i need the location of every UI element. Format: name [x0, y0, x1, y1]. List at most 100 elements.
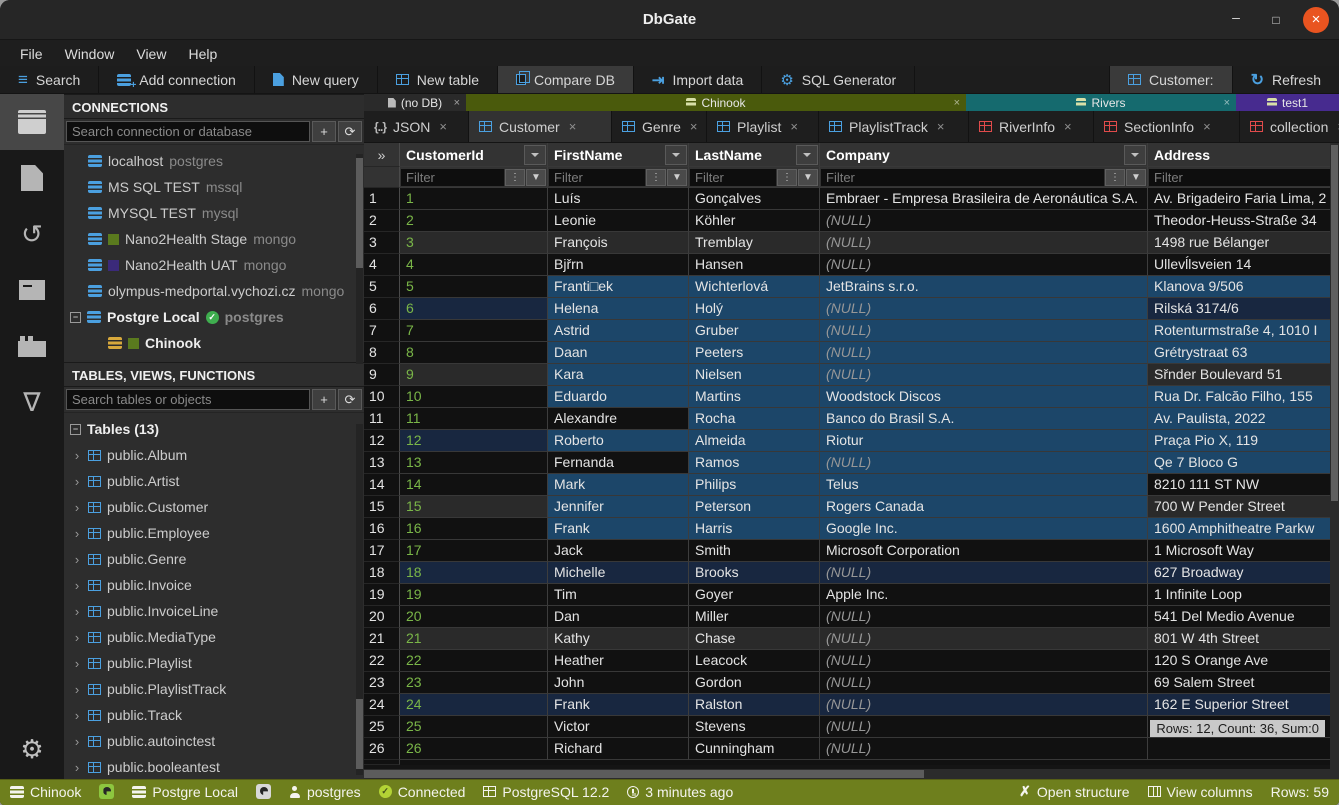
table-item-public-customer[interactable]: ›public.Customer: [64, 494, 364, 520]
row-number[interactable]: 17: [364, 540, 400, 562]
filter-options-button[interactable]: ⋮: [505, 169, 525, 186]
connections-add-button[interactable]: +: [312, 121, 336, 142]
cell-customerid[interactable]: 3: [400, 232, 548, 254]
expand-chevron-icon[interactable]: ›: [72, 474, 82, 489]
cell-firstname[interactable]: Michelle: [548, 562, 689, 584]
row-number[interactable]: 20: [364, 606, 400, 628]
row-number[interactable]: 1: [364, 188, 400, 210]
cell-address[interactable]: Rotenturmstraße 4, 1010 I: [1148, 320, 1339, 342]
status-row-count[interactable]: Rows: 59: [1271, 784, 1329, 800]
cell-company[interactable]: Rogers Canada: [820, 496, 1148, 518]
row-number[interactable]: 2: [364, 210, 400, 232]
row-number[interactable]: 13: [364, 452, 400, 474]
expand-chevron-icon[interactable]: ›: [72, 604, 82, 619]
cell-company[interactable]: (NULL): [820, 364, 1148, 386]
filter-input[interactable]: Filter: [1149, 169, 1337, 186]
cell-lastname[interactable]: Almeida: [689, 430, 820, 452]
filter-input[interactable]: Filter: [821, 169, 1104, 186]
row-number[interactable]: 24: [364, 694, 400, 716]
cell-address[interactable]: 1498 rue Bélanger: [1148, 232, 1339, 254]
cell-company[interactable]: Google Inc.: [820, 518, 1148, 540]
cell-lastname[interactable]: Cunningham: [689, 738, 820, 760]
close-tab-icon[interactable]: ×: [569, 119, 577, 134]
column-menu-button[interactable]: [524, 145, 546, 165]
cell-customerid[interactable]: 16: [400, 518, 548, 540]
cell-firstname[interactable]: John: [548, 672, 689, 694]
cell-company[interactable]: (NULL): [820, 628, 1148, 650]
cell-lastname[interactable]: Köhler: [689, 210, 820, 232]
cell-company[interactable]: (NULL): [820, 320, 1148, 342]
cell-company[interactable]: (NULL): [820, 694, 1148, 716]
cell-customerid[interactable]: 17: [400, 540, 548, 562]
cell-customerid[interactable]: 15: [400, 496, 548, 518]
cell-firstname[interactable]: Dan: [548, 606, 689, 628]
refresh-button[interactable]: ↻Refresh: [1232, 66, 1339, 93]
filter-input[interactable]: Filter: [401, 169, 504, 186]
sql-generator-button[interactable]: ⚙SQL Generator: [762, 66, 915, 93]
filter-funnel-button[interactable]: ▼: [667, 169, 687, 186]
status-connection[interactable]: Postgre Local: [132, 784, 238, 800]
row-number[interactable]: 22: [364, 650, 400, 672]
cell-firstname[interactable]: Tim: [548, 584, 689, 606]
rail-query-designer[interactable]: ∇: [0, 374, 64, 430]
tab-genre[interactable]: Genre×: [612, 111, 707, 142]
cell-customerid[interactable]: 13: [400, 452, 548, 474]
menu-window[interactable]: Window: [55, 44, 125, 64]
cell-firstname[interactable]: Franti□ek: [548, 276, 689, 298]
cell-company[interactable]: (NULL): [820, 562, 1148, 584]
cell-address[interactable]: 162 E Superior Street: [1148, 694, 1339, 716]
cell-lastname[interactable]: Gruber: [689, 320, 820, 342]
close-tab-icon[interactable]: ×: [937, 119, 945, 134]
cell-customerid[interactable]: 25: [400, 716, 548, 738]
row-number[interactable]: 19: [364, 584, 400, 606]
cell-customerid[interactable]: 9: [400, 364, 548, 386]
filter-input[interactable]: Filter: [549, 169, 645, 186]
row-number[interactable]: 6: [364, 298, 400, 320]
search-button[interactable]: ≡Search: [0, 66, 99, 93]
connection-olympus-medportal-vychozi-cz[interactable]: olympus-medportal.vychozi.czmongo: [64, 278, 364, 304]
connection-ms-sql-test[interactable]: MS SQL TESTmssql: [64, 174, 364, 200]
cell-firstname[interactable]: Frank: [548, 694, 689, 716]
cell-address[interactable]: 541 Del Medio Avenue: [1148, 606, 1339, 628]
cell-customerid[interactable]: 26: [400, 738, 548, 760]
cell-company[interactable]: (NULL): [820, 298, 1148, 320]
menu-help[interactable]: Help: [178, 44, 227, 64]
cell-firstname[interactable]: Roberto: [548, 430, 689, 452]
tables-add-button[interactable]: +: [312, 389, 336, 410]
collapse-toggle[interactable]: −: [70, 312, 81, 323]
status-connected[interactable]: ✓Connected: [379, 784, 466, 800]
cell-firstname[interactable]: Victor: [548, 716, 689, 738]
cell-company[interactable]: (NULL): [820, 738, 1148, 760]
table-item-public-playlisttrack[interactable]: ›public.PlaylistTrack: [64, 676, 364, 702]
cell-address[interactable]: Theodor-Heuss-Straße 34: [1148, 210, 1339, 232]
cell-customerid[interactable]: 12: [400, 430, 548, 452]
tab-playlisttrack[interactable]: PlaylistTrack×: [819, 111, 969, 142]
tab-sectioninfo[interactable]: SectionInfo×: [1094, 111, 1240, 142]
cell-address[interactable]: 1 Microsoft Way: [1148, 540, 1339, 562]
tab-group-chinook[interactable]: Chinook×: [466, 94, 966, 111]
connection-mysql-test[interactable]: MYSQL TESTmysql: [64, 200, 364, 226]
cell-lastname[interactable]: Ralston: [689, 694, 820, 716]
column-menu-button[interactable]: [796, 145, 818, 165]
cell-address[interactable]: Av. Brigadeiro Faria Lima, 2: [1148, 188, 1339, 210]
cell-company[interactable]: JetBrains s.r.o.: [820, 276, 1148, 298]
status-database[interactable]: Chinook: [10, 784, 81, 800]
status-conn-color-chip[interactable]: [256, 784, 271, 799]
connection-chinook[interactable]: Chinook: [64, 330, 364, 356]
cell-firstname[interactable]: Astrid: [548, 320, 689, 342]
expand-chevron-icon[interactable]: ›: [72, 448, 82, 463]
cell-company[interactable]: (NULL): [820, 342, 1148, 364]
tab-collection[interactable]: collection×: [1240, 111, 1339, 142]
cell-customerid[interactable]: 21: [400, 628, 548, 650]
cell-firstname[interactable]: Mark: [548, 474, 689, 496]
rail-databases[interactable]: [0, 94, 64, 150]
status-db-color-chip[interactable]: [99, 784, 114, 799]
table-item-public-invoiceline[interactable]: ›public.InvoiceLine: [64, 598, 364, 624]
cell-lastname[interactable]: Miller: [689, 606, 820, 628]
cell-customerid[interactable]: 4: [400, 254, 548, 276]
cell-lastname[interactable]: Gordon: [689, 672, 820, 694]
tab-playlist[interactable]: Playlist×: [707, 111, 819, 142]
cell-lastname[interactable]: Chase: [689, 628, 820, 650]
cell-lastname[interactable]: Holý: [689, 298, 820, 320]
column-header-company[interactable]: Company: [820, 143, 1148, 167]
